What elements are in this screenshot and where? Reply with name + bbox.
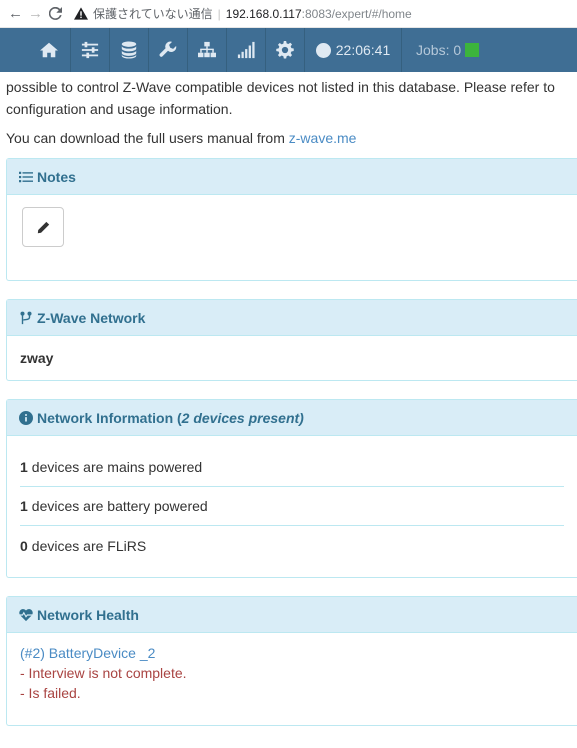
devices-present-count: 2 devices present)	[181, 409, 304, 426]
battery-count: 1	[20, 498, 28, 514]
heartbeat-icon	[19, 608, 33, 621]
zwave-network-body: zway	[7, 336, 577, 380]
clock-time: 22:06:41	[335, 42, 391, 58]
mains-count: 1	[20, 459, 28, 475]
main-content: possible to control Z-Wave compatible de…	[0, 76, 577, 726]
notes-panel: Notes	[6, 158, 577, 281]
nav-settings[interactable]	[266, 28, 305, 72]
security-status: 保護されていない通信	[93, 7, 213, 21]
notes-title: Notes	[37, 168, 76, 185]
jobs-status-box	[465, 43, 480, 57]
notes-panel-heading: Notes	[7, 159, 577, 195]
download-prefix: You can download the full users manual f…	[6, 130, 289, 146]
flirs-text: devices are FLiRS	[31, 537, 147, 554]
home-icon	[39, 42, 58, 58]
network-health-heading: Network Health	[7, 597, 577, 633]
info-row-mains: 1 devices are mains powered	[20, 448, 564, 487]
zwave-network-title: Z-Wave Network	[37, 309, 146, 326]
reload-icon[interactable]	[46, 4, 65, 24]
health-error-interview: - Interview is not complete.	[20, 665, 187, 681]
zwave-network-panel: Z-Wave Network zway	[6, 299, 577, 381]
battery-text: devices are battery powered	[31, 498, 208, 514]
health-device-link[interactable]: (#2) BatteryDevice _2	[20, 643, 564, 663]
back-arrow-icon[interactable]: ←	[6, 4, 25, 24]
address-bar[interactable]: 保護されていない通信 | 192.168.0.117:8083/expert/#…	[74, 2, 412, 26]
nav-config[interactable]	[149, 28, 188, 72]
wrench-icon	[159, 41, 177, 57]
edit-notes-button[interactable]	[22, 207, 64, 247]
health-error-failed: - Is failed.	[20, 685, 81, 701]
url-host: 192.168.0.117	[225, 6, 302, 21]
jobs-indicator[interactable]: Jobs: 0	[402, 28, 480, 72]
clock-display: 22:06:41	[305, 28, 402, 72]
list-icon	[19, 171, 33, 182]
network-health-body: (#2) BatteryDevice _2 - Interview is not…	[7, 633, 577, 725]
browser-toolbar: ← → 保護されていない通信 | 192.168.0.117:8083/expe…	[0, 0, 577, 28]
intro-line-1: possible to control Z-Wave compatible de…	[6, 79, 555, 95]
notes-panel-body	[7, 207, 577, 280]
nav-analytics[interactable]	[227, 28, 266, 72]
network-info-panel: Network Information (2 devices present) …	[6, 399, 577, 578]
database-icon	[121, 41, 137, 59]
intro-text: possible to control Z-Wave compatible de…	[6, 76, 577, 120]
flirs-count: 0	[20, 537, 28, 554]
signal-icon	[237, 41, 255, 59]
info-row-flirs: 0 devices are FLiRS	[20, 526, 564, 565]
info-icon	[19, 410, 33, 425]
download-manual-text: You can download the full users manual f…	[6, 129, 577, 147]
gear-icon	[276, 41, 294, 59]
app-navbar: 22:06:41 Jobs: 0	[0, 28, 577, 72]
sliders-icon	[81, 41, 99, 59]
forward-arrow-icon[interactable]: →	[26, 4, 45, 24]
jobs-label: Jobs: 0	[416, 42, 462, 58]
zwave-me-link[interactable]: z-wave.me	[289, 130, 357, 146]
clock-icon	[315, 42, 331, 58]
nav-network[interactable]	[188, 28, 227, 72]
branch-icon	[20, 311, 32, 324]
network-info-body: 1 devices are mains powered 1 devices are …	[7, 436, 577, 577]
network-name: zway	[20, 350, 54, 366]
network-icon	[198, 41, 216, 58]
intro-line-2: configuration and usage information.	[6, 101, 233, 117]
nav-home[interactable]	[27, 28, 71, 72]
zwave-network-heading: Z-Wave Network	[7, 300, 577, 336]
pencil-icon	[37, 221, 49, 233]
network-info-heading: Network Information (2 devices present)	[7, 400, 577, 436]
url-path: :8083/expert/#/home	[301, 6, 412, 21]
network-health-panel: Network Health (#2) BatteryDevice _2 - I…	[6, 596, 577, 726]
warning-icon	[74, 7, 88, 20]
omnibox-separator: |	[217, 6, 221, 21]
mains-text: devices are mains powered	[31, 459, 203, 475]
network-health-title: Network Health	[37, 606, 139, 623]
info-row-battery: 1 devices are battery powered	[20, 487, 564, 526]
nav-devices[interactable]	[110, 28, 149, 72]
network-info-title-prefix: Network Information (	[37, 409, 182, 426]
nav-controls[interactable]	[71, 28, 110, 72]
